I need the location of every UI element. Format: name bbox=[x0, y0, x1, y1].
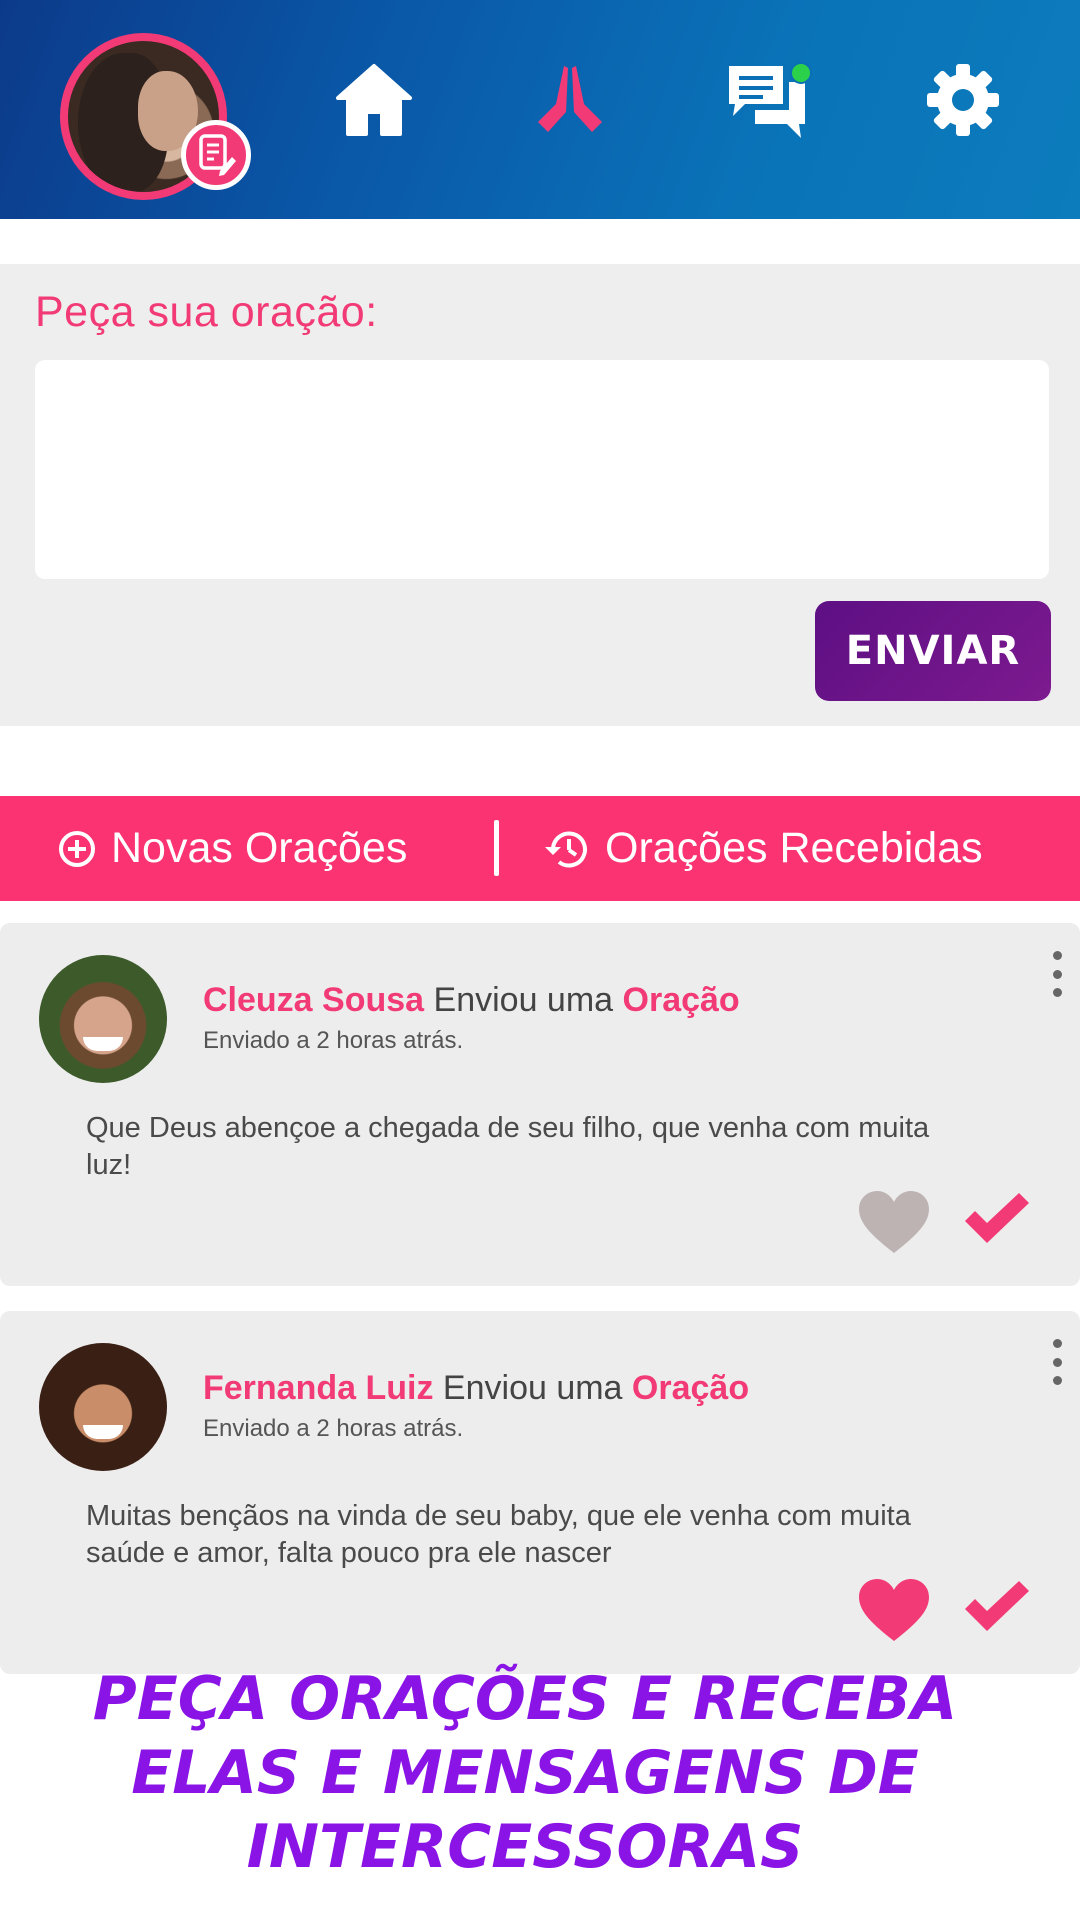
tab-received-prayers[interactable]: Orações Recebidas bbox=[543, 796, 983, 901]
tab-received-prayers-label: Orações Recebidas bbox=[605, 824, 983, 872]
praying-hands-icon[interactable] bbox=[525, 55, 615, 145]
gear-icon[interactable] bbox=[918, 55, 1008, 145]
sender-name[interactable]: Cleuza Sousa bbox=[203, 981, 424, 1019]
tab-new-prayers-label: Novas Orações bbox=[111, 824, 408, 872]
prayer-request-input[interactable] bbox=[35, 360, 1049, 579]
online-status-dot bbox=[790, 62, 812, 84]
heart-icon[interactable] bbox=[857, 1577, 931, 1643]
card-timestamp: Enviado a 2 horas atrás. bbox=[203, 1027, 464, 1054]
history-icon bbox=[543, 827, 591, 871]
card-header: Fernanda Luiz Enviou uma Oração bbox=[203, 1369, 749, 1408]
home-icon[interactable] bbox=[329, 55, 419, 145]
tabs-divider bbox=[494, 820, 499, 876]
check-icon[interactable] bbox=[961, 1579, 1033, 1637]
card-kind: Oração bbox=[622, 981, 740, 1019]
card-action: Enviou uma bbox=[433, 981, 614, 1019]
send-button[interactable]: ENVIAR bbox=[815, 601, 1051, 701]
more-options-icon[interactable] bbox=[1045, 951, 1069, 997]
card-timestamp: Enviado a 2 horas atrás. bbox=[203, 1415, 464, 1442]
avatar[interactable] bbox=[39, 955, 167, 1083]
promo-line-2: ELAS E MENSAGENS DE bbox=[131, 1738, 919, 1808]
prayer-card: Cleuza Sousa Enviou uma Oração Enviado a… bbox=[0, 923, 1080, 1286]
card-kind: Oração bbox=[631, 1369, 750, 1407]
card-header: Cleuza Sousa Enviou uma Oração bbox=[203, 981, 740, 1020]
edit-profile-icon[interactable] bbox=[181, 120, 251, 190]
request-title: Peça sua oração: bbox=[35, 288, 378, 336]
promo-caption: PEÇA ORAÇÕES E RECEBA ELAS E MENSAGENS D… bbox=[0, 1662, 1050, 1884]
avatar[interactable] bbox=[39, 1343, 167, 1471]
top-header bbox=[0, 0, 1080, 219]
tab-new-prayers[interactable]: Novas Orações bbox=[57, 796, 407, 901]
heart-icon[interactable] bbox=[857, 1189, 931, 1255]
prayer-request-panel: Peça sua oração: ENVIAR bbox=[0, 264, 1080, 726]
card-action: Enviou uma bbox=[442, 1369, 623, 1407]
promo-line-3: INTERCESSORAS bbox=[246, 1812, 804, 1882]
promo-line-1: PEÇA ORAÇÕES E RECEBA bbox=[92, 1664, 958, 1734]
prayer-tabs: Novas Orações Orações Recebidas bbox=[0, 796, 1080, 901]
prayer-text: Que Deus abençoe a chegada de seu filho,… bbox=[86, 1112, 930, 1181]
sender-name[interactable]: Fernanda Luiz bbox=[203, 1369, 433, 1407]
add-circle-icon bbox=[57, 829, 97, 869]
prayer-card: Fernanda Luiz Enviou uma Oração Enviado … bbox=[0, 1311, 1080, 1674]
more-options-icon[interactable] bbox=[1045, 1339, 1069, 1385]
prayer-text: Muitas bençãos na vinda de seu baby, que… bbox=[86, 1500, 911, 1569]
check-icon[interactable] bbox=[961, 1191, 1033, 1249]
profile-avatar[interactable] bbox=[60, 33, 251, 200]
